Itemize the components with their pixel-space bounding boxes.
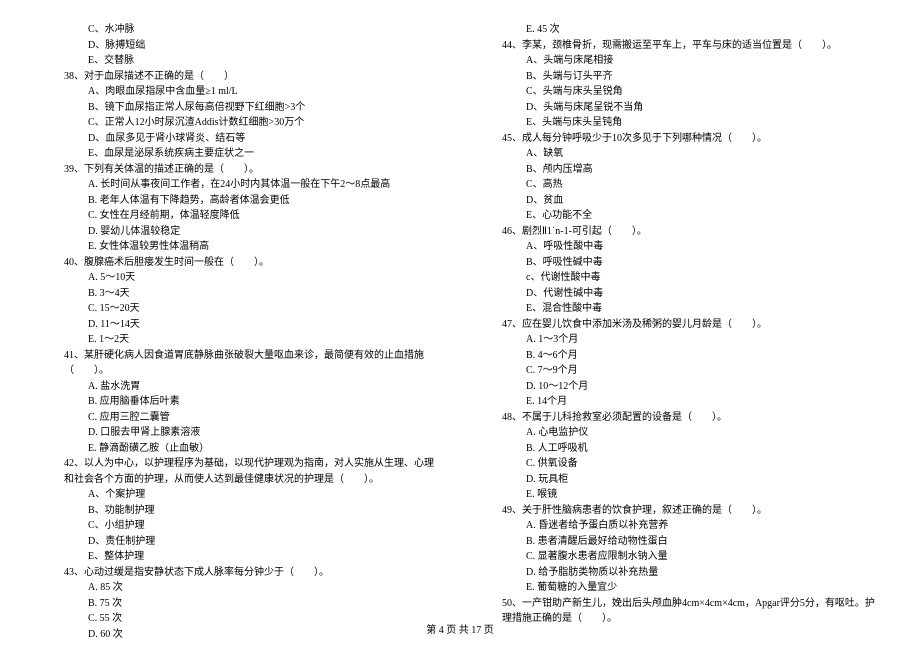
option: B. 3～4天 (40, 286, 442, 302)
option: D. 10～12个月 (478, 379, 880, 395)
option: A、头端与床尾相接 (478, 53, 880, 69)
question-48: 48、不属于儿科抢救室必须配置的设备是（ ）。 (478, 410, 880, 426)
question-44: 44、李某，颈椎骨折，现需搬运至平车上，平车与床的适当位置是（ ）。 (478, 38, 880, 54)
option: E. 45 次 (478, 22, 880, 38)
option: C. 15～20天 (40, 301, 442, 317)
option: E. 1～2天 (40, 332, 442, 348)
option: D、头端与床尾呈锐不当角 (478, 100, 880, 116)
option: B. 老年人体温有下降趋势，高龄者体温会更低 (40, 193, 442, 209)
left-column: C、水冲脉 D、脉搏短绌 E、交替脉 38、对于血尿描述不正确的是（ ） A、肉… (40, 22, 442, 642)
option: D. 11～14天 (40, 317, 442, 333)
right-column: E. 45 次 44、李某，颈椎骨折，现需搬运至平车上，平车与床的适当位置是（ … (478, 22, 880, 642)
option: E、血尿是泌尿系统疾病主要症状之一 (40, 146, 442, 162)
page-footer: 第 4 页 共 17 页 (0, 623, 920, 639)
option: A. 长时间从事夜间工作者，在24小时内其体温一般在下午2～8点最高 (40, 177, 442, 193)
option: A. 盐水洗胃 (40, 379, 442, 395)
option: B. 人工呼吸机 (478, 441, 880, 457)
option: E、混合性酸中毒 (478, 301, 880, 317)
option: C. 7～9个月 (478, 363, 880, 379)
option: C、高热 (478, 177, 880, 193)
option: C. 女性在月经前期，体温轻度降低 (40, 208, 442, 224)
option: A. 昏迷者给予蛋白质以补充营养 (478, 518, 880, 534)
option: A、个案护理 (40, 487, 442, 503)
question-45: 45、成人每分钟呼吸少于10次多见于下列哪种情况（ ）。 (478, 131, 880, 147)
option: A、缺氧 (478, 146, 880, 162)
question-43: 43、心动过缓是指安静状态下成人脉率每分钟少于（ ）。 (40, 565, 442, 581)
option: B. 75 次 (40, 596, 442, 612)
option: E. 葡萄糖的入量宜少 (478, 580, 880, 596)
option: B、呼吸性碱中毒 (478, 255, 880, 271)
option: D. 给予脂肪类物质以补充热量 (478, 565, 880, 581)
option: D. 口服去甲肾上腺素溶液 (40, 425, 442, 441)
option: C. 供氧设备 (478, 456, 880, 472)
option: D、贫血 (478, 193, 880, 209)
option: A. 85 次 (40, 580, 442, 596)
option: D、责任制护理 (40, 534, 442, 550)
question-42: 42、以人为中心，以护理程序为基础，以现代护理观为指南，对人实施从生理、心理和社… (40, 456, 442, 487)
option: D. 玩具柜 (478, 472, 880, 488)
question-46: 46、剧烈Ⅱ1˙n-1-可引起（ ）。 (478, 224, 880, 240)
option: E. 女性体温较男性体温稍高 (40, 239, 442, 255)
option: E. 静滴酚磺乙胺（止血敏） (40, 441, 442, 457)
option: D、代谢性碱中毒 (478, 286, 880, 302)
page-columns: C、水冲脉 D、脉搏短绌 E、交替脉 38、对于血尿描述不正确的是（ ） A、肉… (40, 22, 880, 642)
option: B、功能制护理 (40, 503, 442, 519)
option: E. 喉镜 (478, 487, 880, 503)
option: B. 应用脑垂体后叶素 (40, 394, 442, 410)
option: A、肉眼血尿指尿中含血量≥1 ml/L (40, 84, 442, 100)
question-40: 40、腹腺癌术后胆瘘发生时间一般在（ ）。 (40, 255, 442, 271)
option: C、头端与床头呈锐角 (478, 84, 880, 100)
option: C、水冲脉 (40, 22, 442, 38)
option: B. 4～6个月 (478, 348, 880, 364)
question-39: 39、下列有关体温的描述正确的是（ ）。 (40, 162, 442, 178)
option: c、代谢性酸中毒 (478, 270, 880, 286)
question-38: 38、对于血尿描述不正确的是（ ） (40, 69, 442, 85)
option: C、正常人12小时尿沉渣Addis计数红细胞>30万个 (40, 115, 442, 131)
option: A. 5～10天 (40, 270, 442, 286)
option: E、整体护理 (40, 549, 442, 565)
option: D、脉搏短绌 (40, 38, 442, 54)
option: E、头端与床头呈钝角 (478, 115, 880, 131)
question-47: 47、应在婴儿饮食中添加米汤及稀粥的婴儿月龄是（ ）。 (478, 317, 880, 333)
question-49: 49、关于肝性脑病患者的饮食护理，叙述正确的是（ ）。 (478, 503, 880, 519)
option: B. 患者清醒后最好给动物性蛋白 (478, 534, 880, 550)
option: D. 婴幼儿体温较稳定 (40, 224, 442, 240)
option: E. 14个月 (478, 394, 880, 410)
option: A. 1～3个月 (478, 332, 880, 348)
option: D、血尿多见于肾小球肾炎、结石等 (40, 131, 442, 147)
option: E、心功能不全 (478, 208, 880, 224)
option: B、头端与订头平齐 (478, 69, 880, 85)
option: C. 显著腹水患者应限制水钠入量 (478, 549, 880, 565)
question-41: 41、某肝硬化病人因食道胃底静脉曲张破裂大量呕血来诊，最简便有效的止血措施（ ）… (40, 348, 442, 379)
option: B、镜下血尿指正常人尿每高倍视野下红细胞>3个 (40, 100, 442, 116)
option: C、小组护理 (40, 518, 442, 534)
option: B、颅内压增高 (478, 162, 880, 178)
option: A. 心电监护仪 (478, 425, 880, 441)
option: E、交替脉 (40, 53, 442, 69)
option: A、呼吸性酸中毒 (478, 239, 880, 255)
option: C. 应用三腔二囊管 (40, 410, 442, 426)
